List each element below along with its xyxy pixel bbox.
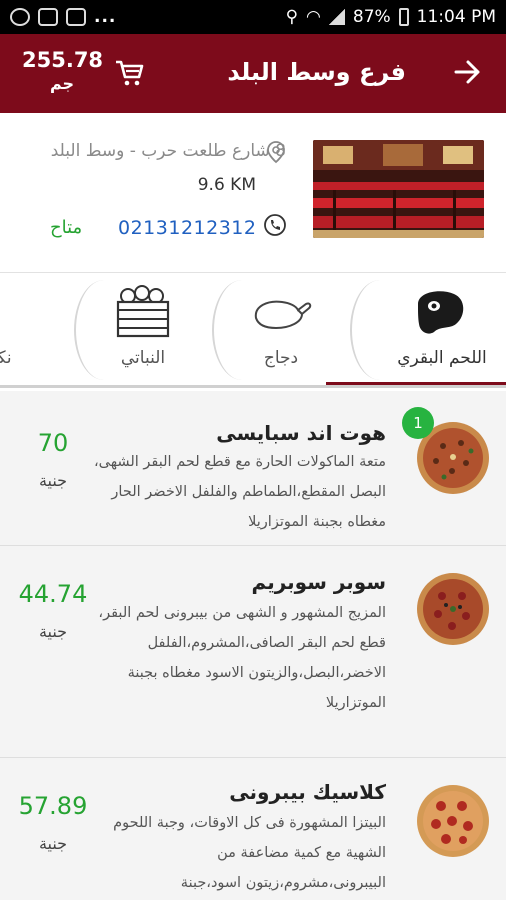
item-price: 57.89 xyxy=(18,792,88,820)
item-price: 44.74 xyxy=(18,580,88,608)
status-left: ... xyxy=(10,7,116,27)
item-name: كلاسيك بيبرونى xyxy=(229,780,386,804)
item-description: المزيج المشهور و الشهى من بيبرونى لحم ال… xyxy=(98,605,386,711)
branch-title: فرع وسط البلد xyxy=(227,58,406,86)
signal-icon xyxy=(328,9,345,25)
battery-icon xyxy=(398,8,409,26)
cart-total-value: 255.78 xyxy=(22,48,104,72)
location-icon: ⚲ xyxy=(285,7,299,27)
item-description: متعة الماكولات الحارة مع قطع لحم البقر ا… xyxy=(93,454,386,530)
menu-item[interactable]: سوبر سوبريم المزيج المشهور و الشهى من بي… xyxy=(0,546,506,758)
mail-icon xyxy=(38,8,58,26)
menu-item[interactable]: هوت اند سبايسى متعة الماكولات الحارة مع … xyxy=(0,391,506,546)
whatsapp-icon xyxy=(10,8,30,26)
pizza-image xyxy=(417,785,489,857)
category-divider xyxy=(350,280,410,380)
category-divider xyxy=(212,280,272,380)
clock: 11:04 PM xyxy=(416,7,496,27)
item-currency: جنية xyxy=(38,471,68,490)
tab-label: نكه xyxy=(0,348,12,368)
item-currency: جنية xyxy=(38,622,68,641)
item-name: سوبر سوبريم xyxy=(251,570,386,594)
status-right: ⚲ ◠ 87% 11:04 PM xyxy=(286,7,496,27)
tab-partial[interactable]: نكه xyxy=(0,274,30,385)
app-header: 255.78 جم فرع وسط البلد xyxy=(0,34,506,113)
wifi-icon: ◠ xyxy=(306,7,321,27)
item-price: 70 xyxy=(37,429,69,457)
item-description: البيتزا المشهورة فى كل الاوقات، وجبة الل… xyxy=(113,815,386,891)
cart-total-currency: جم xyxy=(49,74,75,93)
branch-photo xyxy=(313,140,484,238)
menu-list: هوت اند سبايسى متعة الماكولات الحارة مع … xyxy=(0,391,506,900)
pizza-image xyxy=(417,573,489,645)
branch-phone[interactable]: 02131212312 xyxy=(118,217,256,239)
phone-icon[interactable] xyxy=(263,213,287,237)
category-divider xyxy=(74,280,134,380)
status-bar: ... ⚲ ◠ 87% 11:04 PM xyxy=(0,0,506,34)
item-name: هوت اند سبايسى xyxy=(216,421,386,445)
more-notifications-icon: ... xyxy=(94,7,117,27)
battery-percent: 87% xyxy=(352,7,391,27)
arrow-right-icon[interactable] xyxy=(452,56,482,88)
branch-info: 8 شارع طلعت حرب - وسط البلد 9.6 KM 02131… xyxy=(0,113,506,273)
item-currency: جنية xyxy=(38,834,68,853)
branch-distance: 9.6 KM xyxy=(197,175,256,195)
camera-icon xyxy=(66,8,86,26)
quantity-badge: 1 xyxy=(402,407,434,439)
active-tab-indicator xyxy=(326,382,506,385)
branch-address: 8 شارع طلعت حرب - وسط البلد xyxy=(50,141,286,161)
cart-icon[interactable] xyxy=(114,58,144,88)
cart-total[interactable]: 255.78 جم xyxy=(22,48,104,93)
steak-icon xyxy=(418,291,464,334)
menu-item[interactable]: كلاسيك بيبرونى البيتزا المشهورة فى كل ال… xyxy=(0,758,506,900)
availability-status: متاح xyxy=(50,217,83,238)
category-tabs: اللحم البقري دجاج النباتي نكه xyxy=(0,274,506,388)
